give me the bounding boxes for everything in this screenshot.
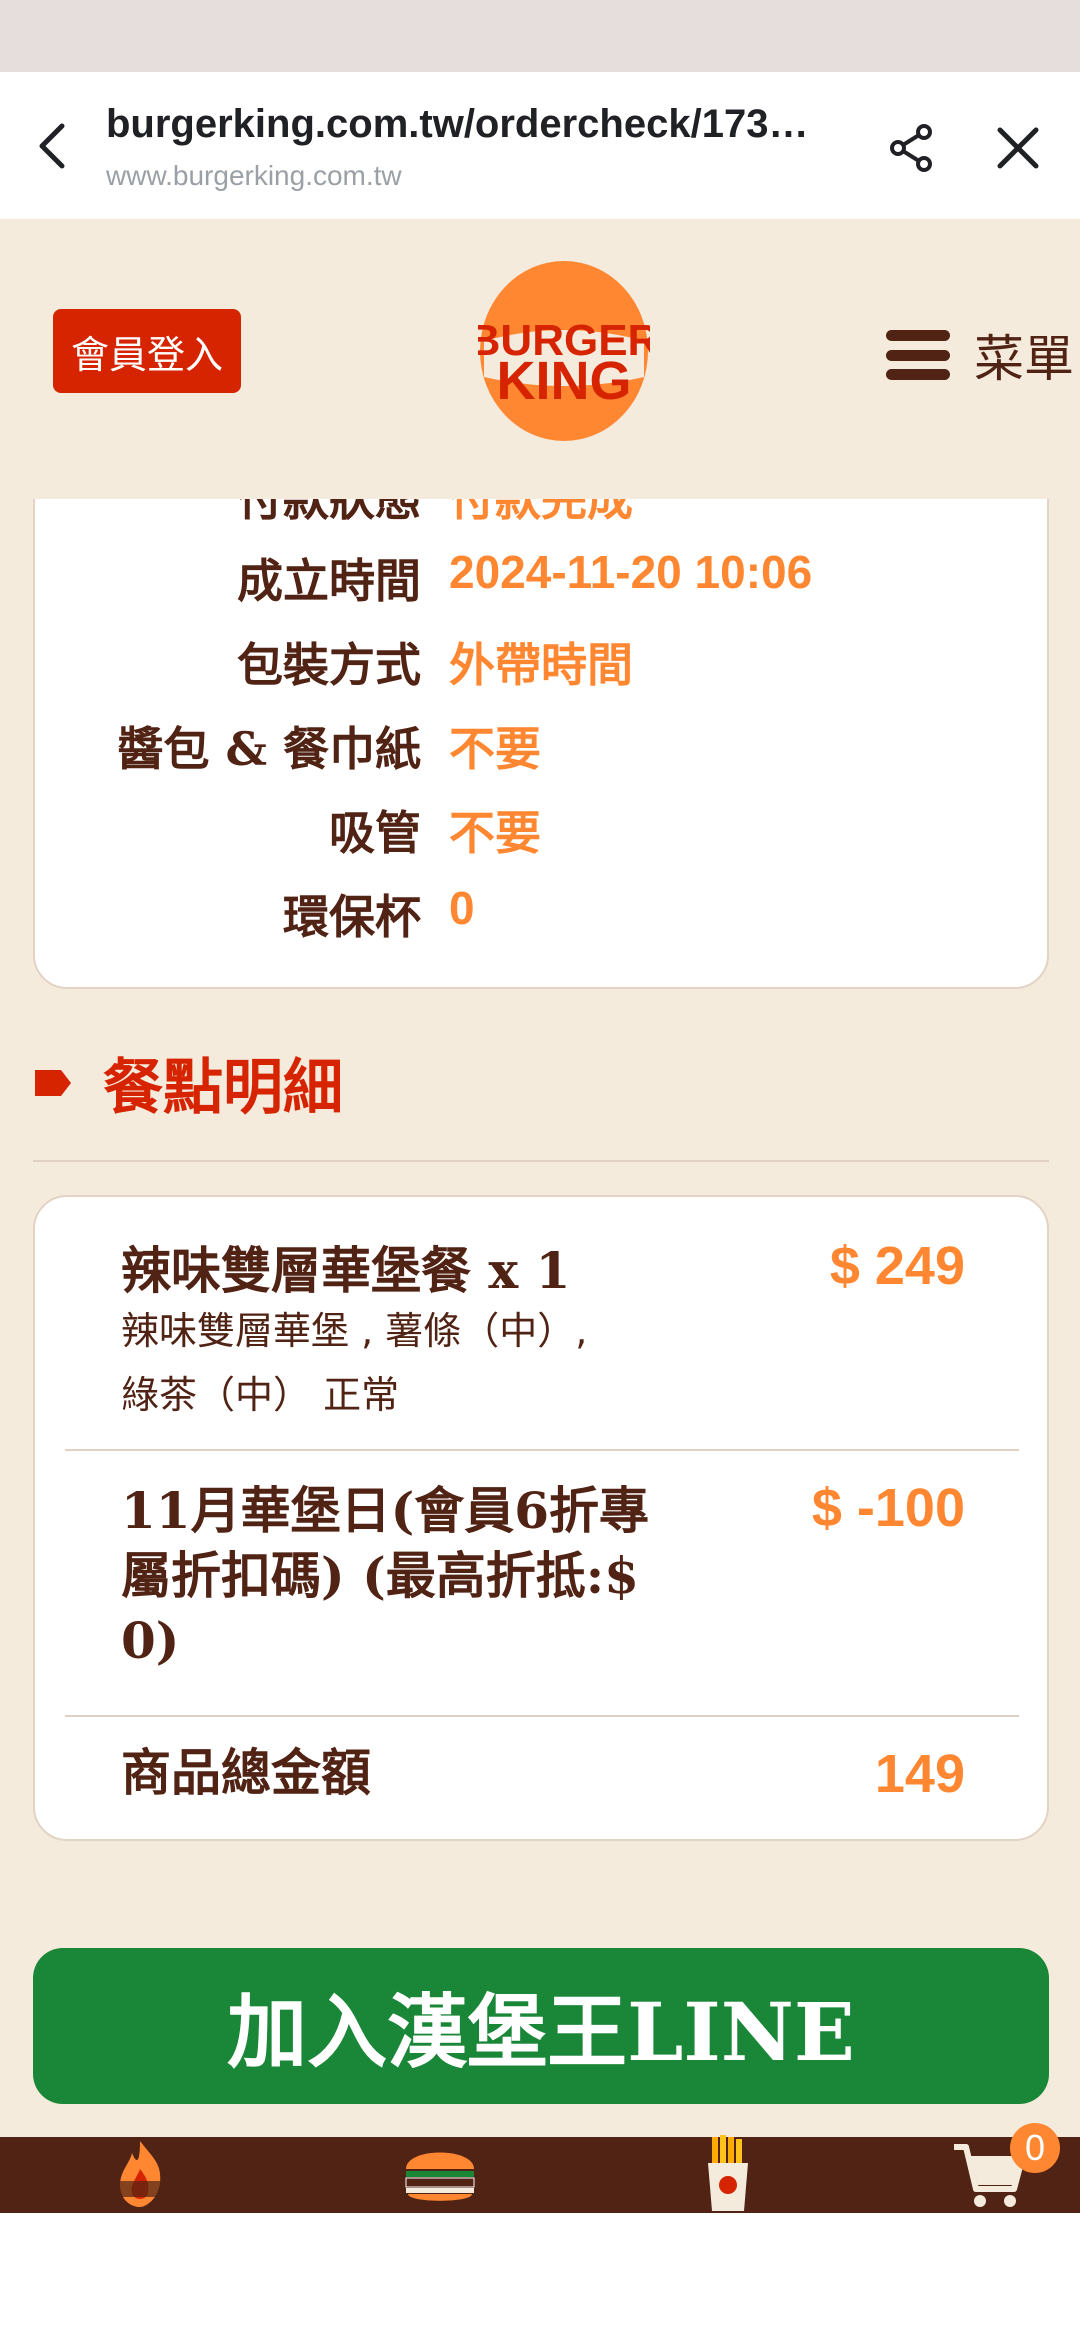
item-name-line1: 11月華堡日(會員6折專 bbox=[121, 1481, 650, 1540]
bottom-blank-area bbox=[0, 2213, 1080, 2340]
status-bar bbox=[0, 0, 1080, 72]
address-domain: www.burgerking.com.tw bbox=[106, 160, 402, 191]
burger-king-logo[interactable]: BURGER KING bbox=[469, 259, 659, 444]
address-url[interactable]: burgerking.com.tw/ordercheck/173… bbox=[106, 102, 826, 147]
join-line-button[interactable]: 加入漢堡王LINE bbox=[33, 1948, 1049, 2104]
item-price: $ 249 bbox=[829, 1236, 965, 1296]
info-label: 包裝方式 bbox=[237, 638, 421, 692]
flame-grill-icon[interactable] bbox=[100, 2133, 180, 2213]
item-desc-line1: 辣味雙層華堡 , 薯條（中）, bbox=[121, 1309, 588, 1353]
menu-label: 菜單 bbox=[974, 330, 1074, 388]
total-value: 149 bbox=[874, 1744, 965, 1804]
order-details-heading: 餐點明細 bbox=[33, 1039, 343, 1126]
info-row-straw: 吸管 不要 bbox=[35, 797, 1051, 860]
info-value: 不要 bbox=[449, 723, 541, 775]
hamburger-menu-icon bbox=[886, 330, 950, 380]
info-value: 2024-11-20 10:06 bbox=[449, 546, 813, 598]
svg-text:KING: KING bbox=[497, 351, 632, 411]
item-name-line2: 屬折扣碼) (最高折抵:$ bbox=[121, 1546, 639, 1605]
info-label: 吸管 bbox=[329, 806, 421, 860]
info-label: 成立時間 bbox=[237, 554, 421, 608]
info-value: 不要 bbox=[449, 807, 541, 859]
divider bbox=[65, 1715, 1019, 1717]
info-label: 醬包 & 餐巾紙 bbox=[117, 722, 421, 776]
cart-count-badge: 0 bbox=[1010, 2123, 1060, 2173]
item-name-line3: 0) bbox=[121, 1611, 180, 1670]
share-button[interactable] bbox=[884, 120, 940, 176]
order-items-card: 辣味雙層華堡餐 x 1 $ 249 辣味雙層華堡 , 薯條（中）, 綠茶（中） … bbox=[33, 1195, 1049, 1841]
total-label: 商品總金額 bbox=[121, 1743, 371, 1802]
info-value: 外帶時間 bbox=[449, 639, 633, 691]
item-name: 辣味雙層華堡餐 x 1 bbox=[121, 1241, 571, 1300]
item-desc-line2: 綠茶（中） 正常 bbox=[121, 1373, 400, 1417]
site-header: 會員登入 BURGER KING 菜單 bbox=[0, 219, 1080, 499]
close-button[interactable] bbox=[990, 120, 1046, 176]
info-row-payment-status: 付款狀態 付款完成 bbox=[35, 499, 1051, 526]
share-icon bbox=[890, 124, 932, 172]
close-icon bbox=[997, 127, 1039, 169]
browser-toolbar: burgerking.com.tw/ordercheck/173… www.bu… bbox=[0, 72, 1080, 219]
burger-icon[interactable] bbox=[400, 2133, 480, 2213]
divider bbox=[33, 1160, 1049, 1162]
info-row-created-time: 成立時間 2024-11-20 10:06 bbox=[35, 545, 1051, 608]
menu-button[interactable]: 菜單 bbox=[886, 319, 1074, 391]
member-login-button[interactable]: 會員登入 bbox=[53, 309, 241, 393]
bottom-nav: 0 bbox=[0, 2123, 1080, 2213]
info-row-packaging: 包裝方式 外帶時間 bbox=[35, 629, 1051, 692]
tag-icon bbox=[35, 1069, 71, 1096]
info-row-sauce-napkin: 醬包 & 餐巾紙 不要 bbox=[35, 713, 1051, 776]
order-info-card: 付款狀態 付款完成 成立時間 2024-11-20 10:06 包裝方式 外帶時… bbox=[33, 499, 1049, 989]
back-button[interactable] bbox=[26, 118, 82, 174]
order-content: 付款狀態 付款完成 成立時間 2024-11-20 10:06 包裝方式 外帶時… bbox=[0, 499, 1080, 2137]
info-value: 0 bbox=[449, 882, 475, 934]
info-row-eco-cup: 環保杯 0 bbox=[35, 881, 1051, 944]
section-title: 餐點明細 bbox=[103, 1053, 343, 1123]
info-value: 付款完成 bbox=[449, 499, 633, 525]
chevron-left-icon bbox=[39, 123, 65, 169]
item-price: $ -100 bbox=[811, 1478, 965, 1538]
divider bbox=[65, 1449, 1019, 1451]
fries-icon[interactable] bbox=[688, 2133, 768, 2213]
info-label: 付款狀態 bbox=[237, 499, 421, 526]
info-label: 環保杯 bbox=[283, 890, 421, 944]
